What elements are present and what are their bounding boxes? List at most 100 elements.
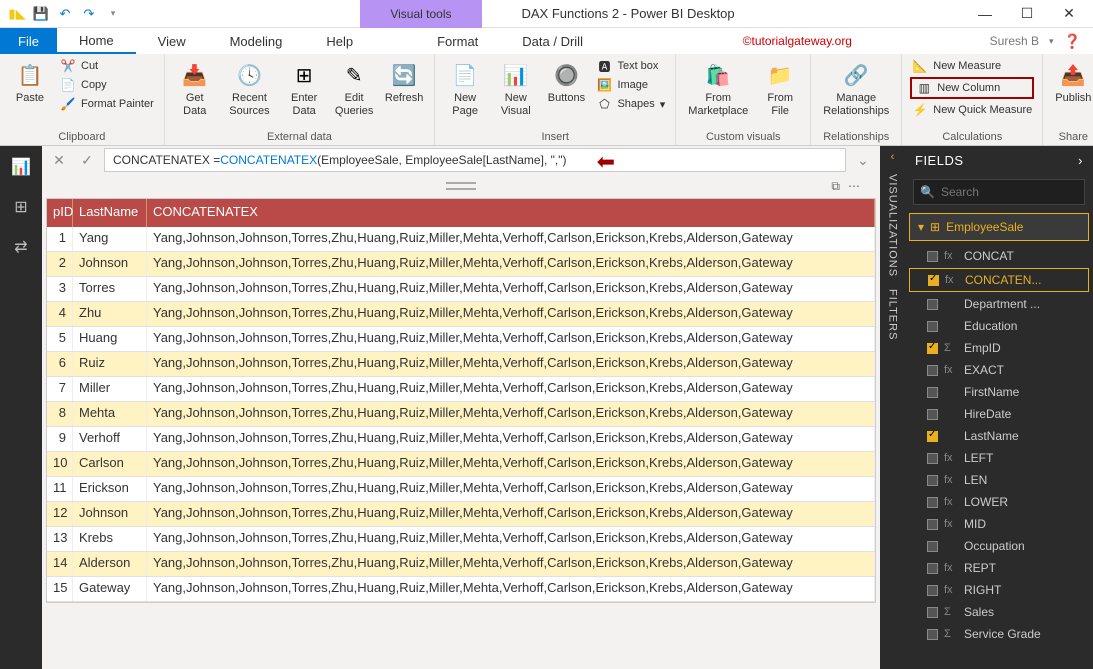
field-item[interactable]: Occupation [905, 535, 1093, 557]
field-item[interactable]: fxCONCAT [905, 245, 1093, 267]
user-name[interactable]: Suresh B [990, 34, 1039, 48]
field-item[interactable]: fxCONCATEN... [909, 268, 1089, 292]
commit-formula-icon[interactable]: ✓ [76, 149, 98, 171]
formula-bar[interactable]: CONCATENATEX = CONCATENATEX(EmployeeSale… [104, 148, 846, 172]
field-checkbox[interactable] [927, 519, 938, 530]
field-checkbox[interactable] [927, 431, 938, 442]
search-input[interactable] [941, 185, 1093, 199]
field-checkbox[interactable] [927, 365, 938, 376]
table-row[interactable]: 10CarlsonYang,Johnson,Johnson,Torres,Zhu… [47, 452, 875, 477]
table-row[interactable]: 8MehtaYang,Johnson,Johnson,Torres,Zhu,Hu… [47, 402, 875, 427]
file-tab[interactable]: File [0, 28, 57, 54]
table-row[interactable]: 9VerhoffYang,Johnson,Johnson,Torres,Zhu,… [47, 427, 875, 452]
get-data-button[interactable]: 📥Get Data [173, 58, 217, 119]
fields-collapse-icon[interactable]: › [1078, 153, 1083, 168]
undo-icon[interactable]: ↶ [56, 5, 74, 23]
field-checkbox[interactable] [927, 453, 938, 464]
field-checkbox[interactable] [927, 475, 938, 486]
viz-expand-icon[interactable]: ‹ [891, 146, 895, 168]
field-item[interactable]: HireDate [905, 403, 1093, 425]
field-item[interactable]: Education [905, 315, 1093, 337]
field-item[interactable]: FirstName [905, 381, 1093, 403]
field-item[interactable]: fxRIGHT [905, 579, 1093, 601]
table-row[interactable]: 14AldersonYang,Johnson,Johnson,Torres,Zh… [47, 552, 875, 577]
field-checkbox[interactable] [927, 563, 938, 574]
table-row[interactable]: 7MillerYang,Johnson,Johnson,Torres,Zhu,H… [47, 377, 875, 402]
field-checkbox[interactable] [927, 629, 938, 640]
model-view-icon[interactable]: ⇄ [6, 232, 36, 262]
table-row[interactable]: 6RuizYang,Johnson,Johnson,Torres,Zhu,Hua… [47, 352, 875, 377]
help-tab[interactable]: Help [304, 28, 375, 54]
field-checkbox[interactable] [927, 607, 938, 618]
field-checkbox[interactable] [927, 251, 938, 262]
table-row[interactable]: 11EricksonYang,Johnson,Johnson,Torres,Zh… [47, 477, 875, 502]
buttons-button[interactable]: 🔘Buttons [544, 58, 588, 107]
publish-button[interactable]: 📤Publish [1051, 58, 1093, 107]
field-item[interactable]: ΣEmpID [905, 337, 1093, 359]
field-checkbox[interactable] [927, 497, 938, 508]
redo-icon[interactable]: ↷ [80, 5, 98, 23]
field-item[interactable]: fxLOWER [905, 491, 1093, 513]
from-marketplace-button[interactable]: 🛍️From Marketplace [684, 58, 752, 119]
copy-button[interactable]: 📄Copy [58, 77, 156, 93]
cut-button[interactable]: ✂️Cut [58, 58, 156, 74]
datadrill-tab[interactable]: Data / Drill [500, 28, 605, 54]
new-column-button[interactable]: ▥New Column [910, 77, 1034, 99]
modeling-tab[interactable]: Modeling [208, 28, 305, 54]
help-icon[interactable]: ❓ [1064, 33, 1081, 50]
field-item[interactable]: ΣService Grade [905, 623, 1093, 645]
table-row[interactable]: 2JohnsonYang,Johnson,Johnson,Torres,Zhu,… [47, 252, 875, 277]
recent-sources-button[interactable]: 🕓Recent Sources [223, 58, 276, 119]
table-row[interactable]: 5HuangYang,Johnson,Johnson,Torres,Zhu,Hu… [47, 327, 875, 352]
field-item[interactable]: fxMID [905, 513, 1093, 535]
maximize-button[interactable]: ☐ [1007, 1, 1047, 27]
enter-data-button[interactable]: ⊞Enter Data [282, 58, 326, 119]
minimize-button[interactable]: — [965, 1, 1005, 27]
table-row[interactable]: 13KrebsYang,Johnson,Johnson,Torres,Zhu,H… [47, 527, 875, 552]
user-dropdown-icon[interactable]: ▾ [1049, 36, 1054, 47]
from-file-button[interactable]: 📁From File [758, 58, 802, 119]
field-item[interactable]: fxEXACT [905, 359, 1093, 381]
filter-icon[interactable]: ⧉ [831, 179, 840, 194]
edit-queries-button[interactable]: ✎Edit Queries [332, 58, 376, 119]
table-row[interactable]: 12JohnsonYang,Johnson,Johnson,Torres,Zhu… [47, 502, 875, 527]
new-measure-button[interactable]: 📐New Measure [910, 58, 1034, 74]
formula-expand-icon[interactable]: ⌄ [852, 149, 874, 171]
field-item[interactable]: Department ... [905, 293, 1093, 315]
manage-relationships-button[interactable]: 🔗Manage Relationships [819, 58, 893, 119]
field-item[interactable]: fxLEFT [905, 447, 1093, 469]
textbox-button[interactable]: 🅰Text box [594, 58, 667, 74]
table-row[interactable]: 4ZhuYang,Johnson,Johnson,Torres,Zhu,Huan… [47, 302, 875, 327]
field-checkbox[interactable] [927, 299, 938, 310]
save-icon[interactable]: 💾 [32, 5, 50, 23]
home-tab[interactable]: Home [57, 28, 136, 54]
table-row[interactable]: 1YangYang,Johnson,Johnson,Torres,Zhu,Hua… [47, 227, 875, 252]
format-tab[interactable]: Format [415, 28, 500, 54]
field-checkbox[interactable] [927, 321, 938, 332]
table-row[interactable]: 3TorresYang,Johnson,Johnson,Torres,Zhu,H… [47, 277, 875, 302]
format-painter-button[interactable]: 🖌️Format Painter [58, 96, 156, 112]
drag-handle-icon[interactable] [446, 182, 476, 190]
qat-dropdown-icon[interactable]: ▾ [104, 5, 122, 23]
refresh-button[interactable]: 🔄Refresh [382, 58, 426, 107]
table-collapse-icon[interactable]: ▾ [918, 220, 924, 234]
field-checkbox[interactable] [927, 409, 938, 420]
new-visual-button[interactable]: 📊New Visual [493, 58, 538, 119]
field-checkbox[interactable] [927, 585, 938, 596]
field-item[interactable]: ΣSales [905, 601, 1093, 623]
table-row[interactable]: 15GatewayYang,Johnson,Johnson,Torres,Zhu… [47, 577, 875, 602]
filters-label[interactable]: FILTERS [887, 283, 899, 346]
field-item[interactable]: fxREPT [905, 557, 1093, 579]
image-button[interactable]: 🖼️Image [594, 77, 667, 93]
fields-table-node[interactable]: ▾ ⊞ EmployeeSale [909, 213, 1089, 241]
field-item[interactable]: LastName [905, 425, 1093, 447]
paste-button[interactable]: 📋Paste [8, 58, 52, 107]
visualizations-label[interactable]: VISUALIZATIONS [887, 168, 899, 283]
field-checkbox[interactable] [927, 343, 938, 354]
view-tab[interactable]: View [136, 28, 208, 54]
field-checkbox[interactable] [927, 541, 938, 552]
field-checkbox[interactable] [928, 275, 939, 286]
field-checkbox[interactable] [927, 387, 938, 398]
data-view-icon[interactable]: ⊞ [6, 192, 36, 222]
cancel-formula-icon[interactable]: ✕ [48, 149, 70, 171]
